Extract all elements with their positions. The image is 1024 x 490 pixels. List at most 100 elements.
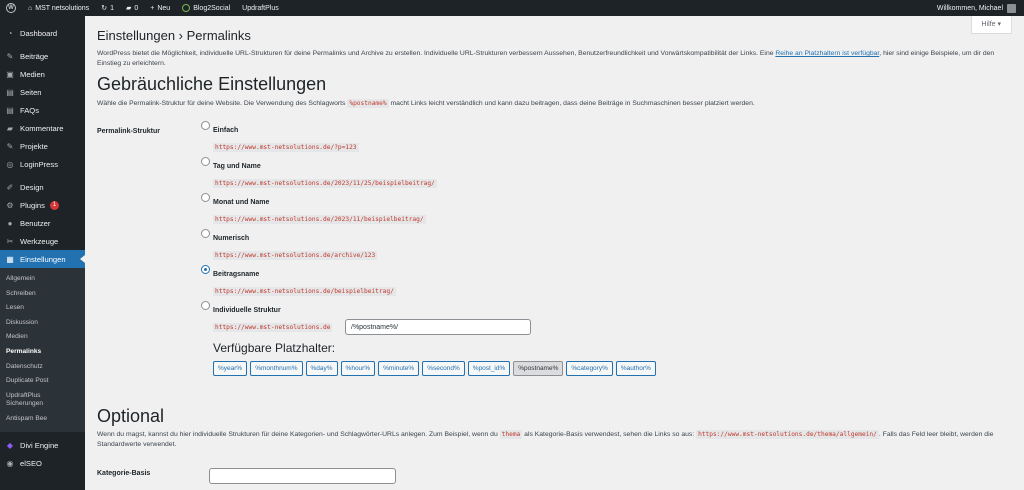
tag-button-author[interactable]: %author% xyxy=(615,361,656,376)
submenu-item-permalinks[interactable]: Permalinks xyxy=(0,345,85,360)
sidebar-item-dashboard[interactable]: ◔ Dashboard xyxy=(0,24,85,42)
brush-icon: ✐ xyxy=(6,182,14,192)
updraftplus-menu[interactable]: UpdraftPlus xyxy=(236,0,285,16)
tag-button-second[interactable]: %second% xyxy=(422,361,465,376)
blog2social-icon xyxy=(182,4,191,12)
optional-description: Wenn du magst, kannst du hier individuel… xyxy=(97,430,1015,450)
greeting: Willkommen, Michael xyxy=(936,4,1003,12)
sidebar-item-label: elSEO xyxy=(20,459,42,469)
placeholder-docs-link[interactable]: Reihe an Platzhaltern ist verfügbar xyxy=(775,50,879,57)
permalink-structure-label: Permalink-Struktur xyxy=(97,128,161,135)
sidebar-item-loginpress[interactable]: ◎ LoginPress xyxy=(0,155,85,173)
submenu-item-antispam-bee[interactable]: Antispam Bee xyxy=(0,412,85,427)
tag-button-postname[interactable]: %postname% xyxy=(513,361,564,376)
description-part: als Kategorie-Basis verwendest, sehen di… xyxy=(522,431,697,438)
postname-code: %postname% xyxy=(347,99,389,108)
updraftplus-label: UpdraftPlus xyxy=(242,4,279,12)
sidebar-item-label: Divi Engine xyxy=(20,441,59,451)
home-icon: ⌂ xyxy=(28,4,33,12)
comment-icon: ▰ xyxy=(6,123,14,133)
option-label: Individuelle Struktur xyxy=(213,307,281,314)
update-count-badge: 1 xyxy=(49,200,60,210)
sidebar-item-faqs[interactable]: ▤ FAQs xyxy=(0,101,85,119)
help-tab-button[interactable]: Hilfe ▾ xyxy=(970,16,1012,34)
sidebar-item-plugins[interactable]: ⚙ Plugins 1 xyxy=(0,196,85,214)
intro-text-part: WordPress bietet die Möglichkeit, indivi… xyxy=(97,50,776,57)
submenu-item-medien[interactable]: Medien xyxy=(0,330,85,345)
sidebar-item-label: Beiträge xyxy=(20,51,49,61)
radio-plain[interactable] xyxy=(201,121,210,130)
option-label: Numerisch xyxy=(213,235,250,242)
loginpress-icon: ◎ xyxy=(6,159,14,169)
avatar xyxy=(1007,3,1016,13)
blog2social-label: Blog2Social xyxy=(193,4,231,12)
tag-button-category[interactable]: %category% xyxy=(566,361,613,376)
radio-post-name[interactable] xyxy=(201,265,210,274)
tag-button-minute[interactable]: %minute% xyxy=(378,361,420,376)
sidebar-item-label: Benutzer xyxy=(20,218,51,228)
sidebar-item-seiten[interactable]: ▤ Seiten xyxy=(0,83,85,101)
tag-button-day[interactable]: %day% xyxy=(305,361,338,376)
comments-count: 0 xyxy=(134,4,139,12)
sidebar-item-label: Einstellungen xyxy=(20,254,66,264)
tag-button-post-id[interactable]: %post_id% xyxy=(467,361,511,376)
updates-count: 1 xyxy=(110,4,114,12)
custom-structure-input[interactable] xyxy=(345,319,531,335)
account-menu[interactable]: Willkommen, Michael xyxy=(931,0,1024,16)
sidebar-item-label: Kommentare xyxy=(20,123,64,133)
sidebar-item-medien[interactable]: ▣ Medien xyxy=(0,65,85,83)
sidebar-item-design[interactable]: ✐ Design xyxy=(0,178,85,196)
sidebar-item-label: Werkzeuge xyxy=(20,236,59,246)
submenu-item-diskussion[interactable]: Diskussion xyxy=(0,316,85,331)
sidebar-item-label: FAQs xyxy=(20,105,39,115)
radio-month-name[interactable] xyxy=(201,193,210,202)
tag-button-hour[interactable]: %hour% xyxy=(340,361,376,376)
sidebar-item-projekte[interactable]: ✎ Projekte xyxy=(0,137,85,155)
option-label: Monat und Name xyxy=(213,199,270,206)
wp-logo-menu[interactable]: W xyxy=(0,0,22,16)
category-base-label: Kategorie-Basis xyxy=(97,470,151,477)
radio-custom[interactable] xyxy=(201,301,210,310)
radio-day-name[interactable] xyxy=(201,157,210,166)
media-icon: ▣ xyxy=(6,69,14,79)
submenu-item-datenschutz[interactable]: Datenschutz xyxy=(0,360,85,375)
wrench-icon: ✂ xyxy=(6,236,14,246)
submenu-item-updraftplus[interactable]: UpdraftPlus Sicherungen xyxy=(0,389,85,412)
new-content-menu[interactable]: + Neu xyxy=(144,0,176,16)
submenu-item-schreiben[interactable]: Schreiben xyxy=(0,287,85,302)
sidebar-item-divi-engine[interactable]: ◆ Divi Engine xyxy=(0,437,85,455)
sidebar-item-elseo[interactable]: ◉ elSEO xyxy=(0,455,85,473)
comment-icon: ▰ xyxy=(125,5,132,12)
submenu-item-duplicate-post[interactable]: Duplicate Post xyxy=(0,374,85,389)
sidebar-item-label: LoginPress xyxy=(20,159,58,169)
available-tags-title: Verfügbare Platzhalter: xyxy=(213,341,336,355)
sidebar-item-einstellungen[interactable]: ▦ Einstellungen xyxy=(0,250,85,268)
submenu-item-lesen[interactable]: Lesen xyxy=(0,301,85,316)
dashboard-icon: ◔ xyxy=(7,28,13,38)
updates-menu[interactable]: ↻ 1 xyxy=(95,0,120,16)
option-example: https://www.mst-netsolutions.de/beispiel… xyxy=(213,287,396,296)
radio-numeric[interactable] xyxy=(201,229,210,238)
option-example: https://www.mst-netsolutions.de/archive/… xyxy=(213,251,378,260)
submenu-item-allgemein[interactable]: Allgemein xyxy=(0,272,85,287)
admin-bar: W ⌂ MST netsolutions ↻ 1 ▰ 0 + Neu Blog2Soci… xyxy=(0,0,1024,16)
site-name-menu[interactable]: ⌂ MST netsolutions xyxy=(22,0,95,16)
intro-text: WordPress bietet die Möglichkeit, indivi… xyxy=(97,49,1015,68)
pushpin-icon: ✎ xyxy=(6,51,14,61)
sidebar-item-werkzeuge[interactable]: ✂ Werkzeuge xyxy=(0,232,85,250)
category-base-input[interactable] xyxy=(209,468,396,484)
sidebar-item-label: Medien xyxy=(20,69,45,79)
common-settings-description: Wähle die Permalink-Struktur für deine W… xyxy=(97,99,1012,108)
comments-menu[interactable]: ▰ 0 xyxy=(120,0,144,16)
tag-button-year[interactable]: %year% xyxy=(213,361,248,376)
blog2social-menu[interactable]: Blog2Social xyxy=(176,0,236,16)
elseo-icon: ◉ xyxy=(6,459,14,469)
site-name: MST netsolutions xyxy=(35,4,90,12)
tag-button-monthnum[interactable]: %monthnum% xyxy=(250,361,303,376)
sidebar-item-label: Plugins xyxy=(20,200,45,210)
sidebar-item-kommentare[interactable]: ▰ Kommentare xyxy=(0,119,85,137)
sidebar-item-benutzer[interactable]: ● Benutzer xyxy=(0,214,85,232)
sidebar-item-beitraege[interactable]: ✎ Beiträge xyxy=(0,47,85,65)
page-icon: ▤ xyxy=(6,87,14,97)
user-icon: ● xyxy=(7,218,13,228)
